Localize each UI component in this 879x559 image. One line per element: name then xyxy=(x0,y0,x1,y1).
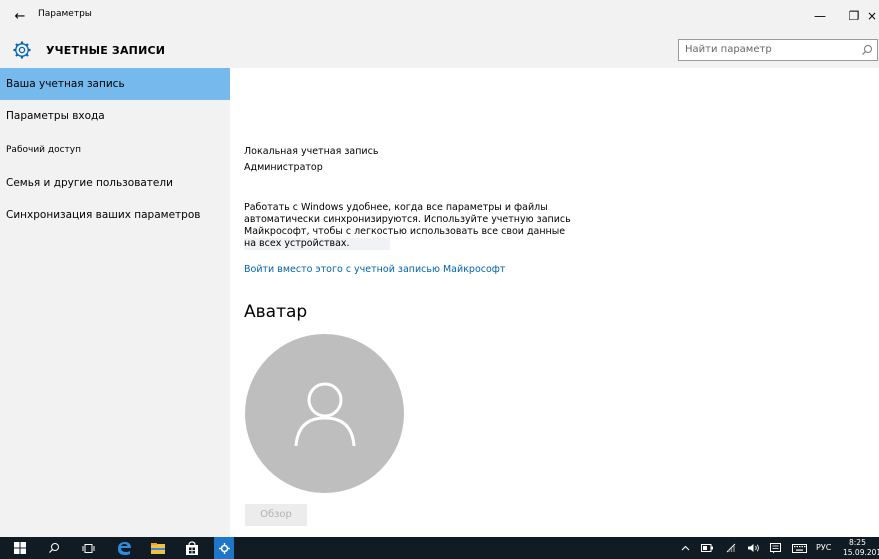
account-role: Администратор xyxy=(244,162,323,173)
sidebar-item-work-access[interactable]: Рабочий доступ xyxy=(0,134,230,166)
search-icon[interactable] xyxy=(861,44,873,56)
network-icon[interactable] xyxy=(722,537,740,559)
promo-line: автоматически синхронизируются. Использу… xyxy=(244,214,571,225)
keyboard-icon[interactable] xyxy=(788,537,810,559)
avatar-heading: Аватар xyxy=(244,302,308,322)
window-title: Параметры xyxy=(38,9,92,19)
sidebar: Ваша учетная запись Параметры входа Рабо… xyxy=(0,68,230,537)
sidebar-item-your-account[interactable]: Ваша учетная запись xyxy=(0,68,230,100)
battery-icon[interactable] xyxy=(698,537,716,559)
page-title: УЧЕТНЫЕ ЗАПИСИ xyxy=(46,44,166,57)
promo-line: Майкрософт, чтобы с легкостью использова… xyxy=(244,226,566,237)
close-button[interactable]: × xyxy=(862,0,879,32)
settings-window: ← Параметры — ❐ × УЧЕТНЫЕ ЗАПИСИ Найти п… xyxy=(0,0,879,537)
avatar xyxy=(245,334,404,493)
language-indicator[interactable]: РУС xyxy=(816,543,831,552)
promo-line: Работать с Windows удобнее, когда все па… xyxy=(244,202,548,213)
sync-promo-text: Работать с Windows удобнее, когда все па… xyxy=(244,202,584,250)
main-content: Локальная учетная запись Администратор Р… xyxy=(230,68,879,537)
back-button[interactable]: ← xyxy=(6,3,34,29)
browse-button[interactable]: Обзор xyxy=(245,504,307,526)
minimize-button[interactable]: — xyxy=(803,0,837,32)
settings-icon[interactable] xyxy=(214,537,234,559)
promo-line: на всех устройствах. xyxy=(244,238,390,250)
chevron-up-icon[interactable] xyxy=(678,537,692,559)
taskbar: РУС 8:25 15.09.2015 xyxy=(0,537,879,559)
sidebar-item-family[interactable]: Семья и другие пользователи xyxy=(0,167,230,199)
title-bar: ← Параметры — ❐ × xyxy=(0,0,879,32)
store-icon[interactable] xyxy=(180,537,204,559)
clock-date[interactable]: 15.09.2015 xyxy=(843,548,879,557)
user-icon xyxy=(294,382,356,447)
action-center-icon[interactable] xyxy=(766,537,784,559)
microsoft-account-link[interactable]: Войти вместо этого с учетной записью Май… xyxy=(244,264,505,275)
windows-start-icon[interactable] xyxy=(10,537,30,559)
volume-icon[interactable] xyxy=(744,537,762,559)
file-explorer-icon[interactable] xyxy=(146,537,170,559)
gear-icon xyxy=(13,41,31,59)
search-input[interactable]: Найти параметр xyxy=(678,39,878,61)
sidebar-item-sign-in-options[interactable]: Параметры входа xyxy=(0,100,230,132)
sidebar-item-sync[interactable]: Синхронизация ваших параметров xyxy=(0,199,230,231)
search-icon[interactable] xyxy=(44,537,64,559)
page-header: УЧЕТНЫЕ ЗАПИСИ Найти параметр xyxy=(0,32,879,68)
clock-time[interactable]: 8:25 xyxy=(849,538,866,547)
account-type: Локальная учетная запись xyxy=(244,146,379,157)
search-placeholder: Найти параметр xyxy=(685,44,772,55)
task-view-icon[interactable] xyxy=(78,537,98,559)
edge-icon[interactable] xyxy=(112,537,136,559)
